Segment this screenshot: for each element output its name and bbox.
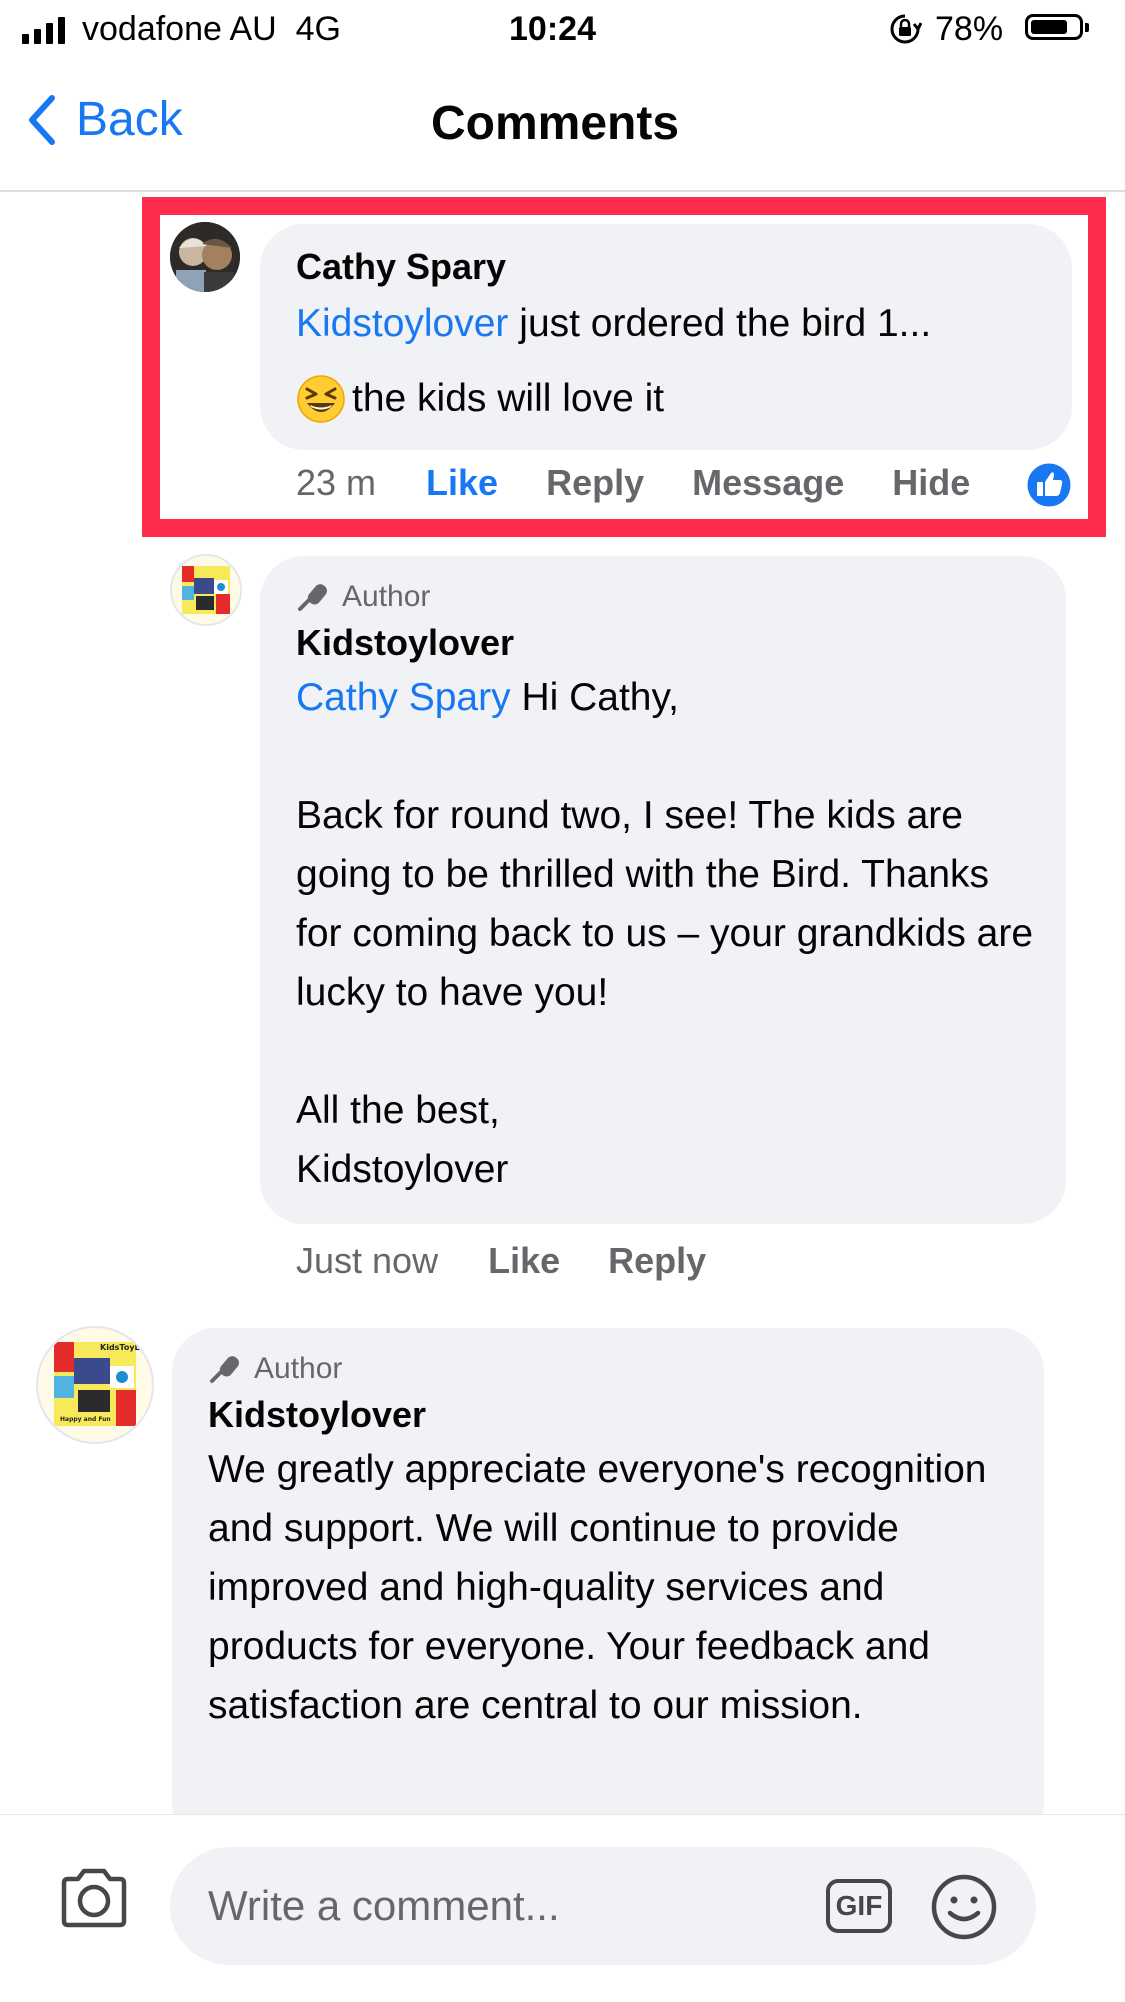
avatar-kidstoylover[interactable]: KidsToyLover Happy and Fun [36,1326,154,1444]
comment-greeting: Hi Cathy, [510,676,679,719]
author-badge-label: Author [254,1352,343,1385]
comment-timestamp: Just now [296,1240,439,1281]
gif-button[interactable]: GIF [826,1879,892,1933]
comment-input[interactable]: Write a comment... [170,1847,1036,1965]
orientation-lock-icon [890,14,922,44]
navigation-bar: Back Comments [0,62,1125,192]
kidstoylover-logo-icon: KidsToyLover Happy and Fun [54,1342,152,1426]
page-title: Comments [430,97,680,150]
author-badge: Author [296,580,1030,614]
author-badge: Author [208,1352,1008,1386]
logo-brand-text: KidsToyLover [100,1343,152,1352]
battery-percentage: 78% [935,10,1004,48]
comment-author[interactable]: Kidstoylover [208,1394,1008,1436]
highlight-box [142,197,1106,537]
comment-bubble[interactable]: Author Kidstoylover Cathy Spary Hi Cathy… [260,556,1066,1224]
avatar-kidstoylover[interactable] [170,554,242,626]
comment-paragraph: Back for round two, I see! The kids are … [296,794,1034,1014]
comment-actions: Just now Like Reply [296,1240,706,1282]
mention-link[interactable]: Cathy Spary [296,676,511,719]
microphone-icon [298,584,327,611]
emoji-icon[interactable] [930,1873,998,1941]
comment-bubble[interactable]: Author Kidstoylover We greatly appreciat… [172,1328,1044,1848]
comment-sign-off: All the best, [296,1089,500,1132]
microphone-icon [210,1356,239,1383]
comment-signature: Kidstoylover [296,1148,509,1191]
author-badge-label: Author [342,580,431,613]
comment-author[interactable]: Kidstoylover [296,622,1030,664]
kidstoylover-logo-icon [182,566,230,614]
reply-button[interactable]: Reply [608,1240,706,1282]
status-bar: vodafone AU 4G 10:24 78% [0,0,1125,62]
like-button[interactable]: Like [488,1240,560,1282]
battery-icon [1025,14,1089,40]
comment-composer: Write a comment... GIF [0,1814,1125,2002]
logo-tagline-text: Happy and Fun [60,1416,111,1423]
camera-icon[interactable] [58,1867,130,1929]
comment-text: We greatly appreciate everyone's recogni… [208,1448,987,1727]
